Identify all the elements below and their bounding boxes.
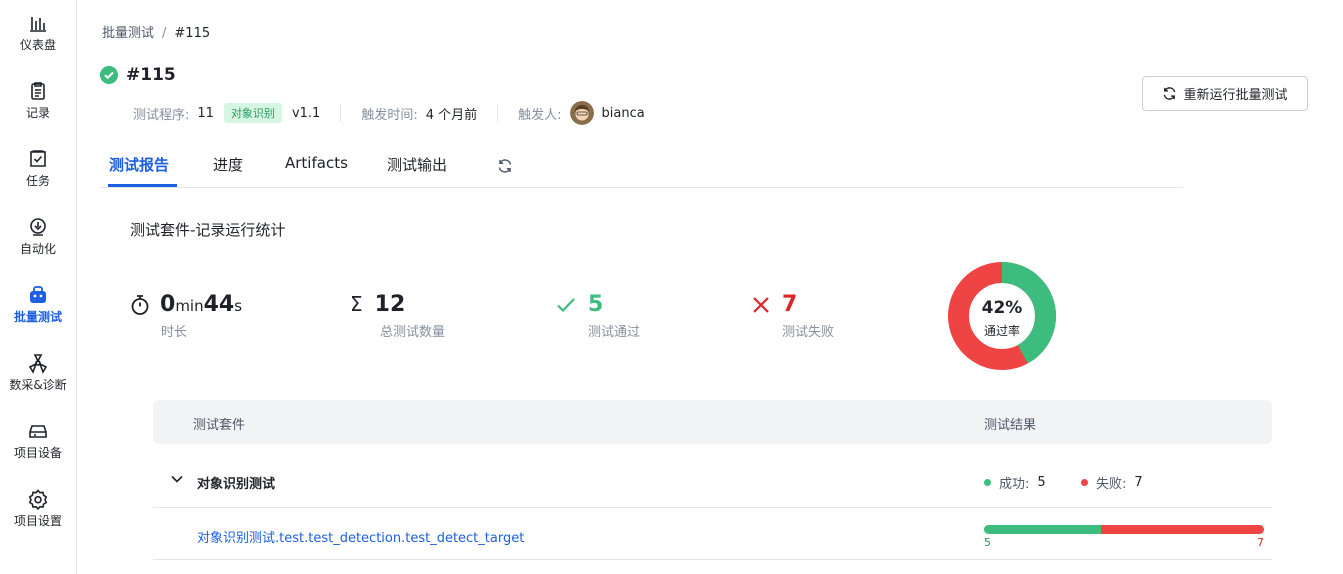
breadcrumb: 批量测试 / #115 <box>102 22 210 41</box>
suite-name: 对象识别测试 <box>197 477 276 492</box>
table-header: 测试套件 测试结果 <box>153 400 1272 444</box>
pass-rate-value: 42% <box>982 298 1023 318</box>
stat-duration: 0 min 44 s 时长 <box>130 292 242 340</box>
run-meta: 测试程序: 11 对象识别 v1.1 触发时间: 4 个月前 触发人: bian… <box>133 101 645 125</box>
sidebar-item-label: 记录 <box>25 106 50 120</box>
duration-sec: 44 <box>203 292 235 317</box>
total-count: 12 <box>374 292 406 317</box>
breadcrumb-parent[interactable]: 批量测试 <box>102 26 154 41</box>
failed-label: 测试失败 <box>782 325 835 340</box>
success-key: 成功: <box>999 477 1030 492</box>
clipboard-icon <box>31 82 45 100</box>
test-case-link[interactable]: 对象识别测试.test.test_detection.test_detect_t… <box>197 527 524 546</box>
stopwatch-icon <box>131 294 149 315</box>
chevron-down-icon[interactable] <box>170 472 184 486</box>
tab-report[interactable]: 测试报告 <box>109 154 169 175</box>
tab-test-output[interactable]: 测试输出 <box>387 154 447 175</box>
sidebar-item-tasks[interactable]: 任务 <box>0 148 76 210</box>
pass-rate-label: 通过率 <box>984 323 1020 338</box>
success-legend: 成功: 5 <box>984 473 1046 492</box>
passed-count: 5 <box>588 292 604 317</box>
bar-chart-icon <box>30 17 46 32</box>
sidebar-item-label: 仪表盘 <box>19 38 56 52</box>
duration-sec-unit: s <box>234 297 243 315</box>
fail-key: 失败: <box>1096 477 1127 492</box>
sidebar-item-label: 数采&诊断 <box>9 378 67 392</box>
batch-test-icon <box>30 286 46 303</box>
result-bar-success-label: 5 <box>984 536 991 549</box>
sidebar-item-devices[interactable]: 项目设备 <box>0 420 76 482</box>
stat-passed: 5 测试通过 <box>556 292 640 340</box>
sidebar-item-label: 项目设备 <box>13 446 62 460</box>
sidebar-item-settings[interactable]: 项目设置 <box>0 488 76 550</box>
gear-icon <box>28 489 48 510</box>
stat-total: Σ 12 总测试数量 <box>350 292 445 340</box>
rerun-batch-test-button[interactable]: 重新运行批量测试 <box>1142 76 1308 111</box>
trigger-time: 4 个月前 <box>425 107 478 123</box>
column-header-suite: 测试套件 <box>193 418 246 433</box>
active-tab-indicator <box>108 184 177 187</box>
automation-icon <box>30 218 46 236</box>
sidebar-item-label: 任务 <box>25 174 50 188</box>
tab-artifacts[interactable]: Artifacts <box>285 154 348 172</box>
sidebar-item-records[interactable]: 记录 <box>0 80 76 142</box>
fail-count: 7 <box>1134 475 1143 490</box>
task-check-icon <box>30 150 46 167</box>
result-bar-success <box>984 525 1101 534</box>
passed-label: 测试通过 <box>588 325 641 340</box>
refresh-icon[interactable] <box>497 158 513 174</box>
avatar <box>569 101 594 125</box>
table-row[interactable]: 对象识别测试 成功: 5 失败: 7 <box>153 458 1272 508</box>
pass-rate-donut: 42% 通过率 <box>948 262 1056 370</box>
sidebar-item-label: 项目设置 <box>13 514 62 528</box>
success-check-icon <box>100 66 118 84</box>
result-bar-fail <box>1100 525 1264 534</box>
refresh-icon <box>1164 87 1176 100</box>
column-header-result: 测试结果 <box>984 418 1037 433</box>
breadcrumb-current: #115 <box>174 26 211 41</box>
duration-min: 0 <box>160 292 176 317</box>
page-title: #115 <box>126 65 176 85</box>
sidebar-item-batch-test[interactable]: 批量测试 <box>0 284 76 346</box>
trigger-user: bianca <box>601 105 645 121</box>
program-tag: 对象识别 <box>223 103 282 123</box>
result-bar-fail-label: 7 <box>1257 536 1264 549</box>
success-count: 5 <box>1037 475 1046 490</box>
program-version: v1.1 <box>291 105 321 121</box>
program-id[interactable]: 11 <box>197 106 214 121</box>
duration-min-unit: min <box>175 297 204 315</box>
table-row: 对象识别测试.test.test_detection.test_detect_t… <box>153 509 1272 560</box>
rerun-label: 重新运行批量测试 <box>1183 88 1288 103</box>
sidebar: 仪表盘 记录 任务 自动化 批量测试 数采&诊断 项目设备 项目设置 <box>0 0 77 574</box>
tab-bar: 测试报告 进度 Artifacts 测试输出 <box>100 146 1183 188</box>
sidebar-item-automation[interactable]: 自动化 <box>0 216 76 278</box>
duration-label: 时长 <box>161 325 188 340</box>
device-icon <box>29 425 47 438</box>
divider <box>340 104 342 122</box>
sidebar-item-label: 批量测试 <box>13 310 62 324</box>
trigger-user-key: 触发人: <box>518 107 562 123</box>
stat-failed: 7 测试失败 <box>752 292 834 340</box>
failed-count: 7 <box>782 292 798 317</box>
main-content: 批量测试 / #115 #115 测试程序: 11 对象识别 v1.1 触发时间: … <box>78 0 1343 574</box>
fail-legend: 失败: 7 <box>1081 473 1143 492</box>
success-dot <box>984 479 991 486</box>
diagnosis-icon <box>28 354 48 374</box>
result-bar <box>984 525 1264 534</box>
sidebar-item-label: 自动化 <box>19 242 56 256</box>
program-key: 测试程序: <box>133 107 190 123</box>
check-icon <box>557 297 575 312</box>
cross-icon <box>753 296 769 313</box>
total-label: 总测试数量 <box>380 325 446 340</box>
section-title: 测试套件-记录运行统计 <box>130 221 286 239</box>
divider <box>497 104 499 122</box>
fail-dot <box>1081 479 1088 486</box>
page-title-row: #115 <box>100 64 176 86</box>
trigger-time-key: 触发时间: <box>361 107 418 123</box>
sidebar-item-diagnosis[interactable]: 数采&诊断 <box>0 352 76 414</box>
sigma-icon: Σ <box>350 292 363 316</box>
tab-progress[interactable]: 进度 <box>213 154 243 175</box>
breadcrumb-separator: / <box>162 26 167 41</box>
sidebar-item-dashboard[interactable]: 仪表盘 <box>0 12 76 74</box>
